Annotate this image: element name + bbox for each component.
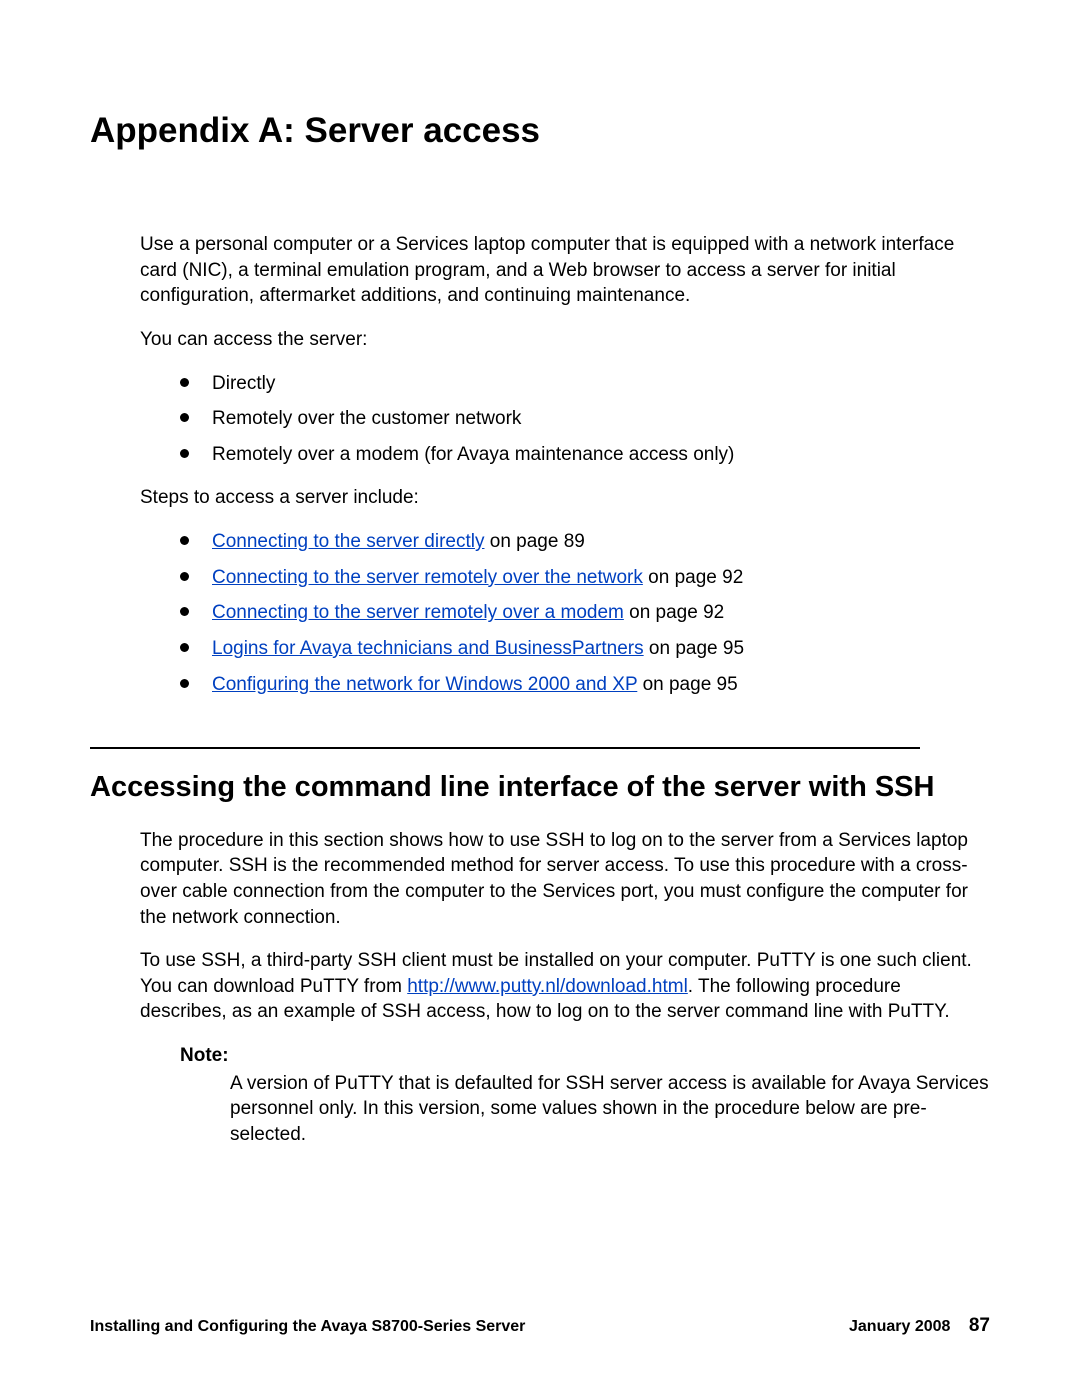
note-body: A version of PuTTY that is defaulted for… bbox=[180, 1071, 990, 1148]
section-paragraph-1: The procedure in this section shows how … bbox=[90, 828, 990, 931]
link-suffix: on page 95 bbox=[637, 674, 737, 695]
footer-page-number: 87 bbox=[969, 1315, 990, 1336]
footer-doc-title: Installing and Configuring the Avaya S87… bbox=[90, 1318, 525, 1336]
cross-ref-link[interactable]: Connecting to the server remotely over a… bbox=[212, 602, 624, 623]
list-item: Connecting to the server directly on pag… bbox=[180, 529, 990, 555]
access-method-list: Directly Remotely over the customer netw… bbox=[90, 371, 990, 468]
link-suffix: on page 92 bbox=[643, 567, 743, 588]
note-label: Note: bbox=[180, 1043, 990, 1069]
cross-ref-link[interactable]: Logins for Avaya technicians and Busines… bbox=[212, 638, 644, 659]
intro-paragraph-1: Use a personal computer or a Services la… bbox=[90, 232, 990, 309]
cross-ref-link[interactable]: Configuring the network for Windows 2000… bbox=[212, 674, 637, 695]
section-heading: Accessing the command line interface of … bbox=[90, 769, 940, 805]
page-title: Appendix A: Server access bbox=[90, 110, 990, 152]
list-item: Configuring the network for Windows 2000… bbox=[180, 672, 990, 698]
document-page: Appendix A: Server access Use a personal… bbox=[0, 0, 1080, 1397]
list-item: Connecting to the server remotely over a… bbox=[180, 600, 990, 626]
cross-ref-link[interactable]: Connecting to the server directly bbox=[212, 531, 484, 552]
section-paragraph-2: To use SSH, a third-party SSH client mus… bbox=[90, 948, 990, 1025]
list-item: Remotely over the customer network bbox=[180, 406, 990, 432]
intro-paragraph-2: You can access the server: bbox=[90, 327, 990, 353]
link-suffix: on page 89 bbox=[484, 531, 584, 552]
list-item: Logins for Avaya technicians and Busines… bbox=[180, 636, 990, 662]
footer-right: January 2008 87 bbox=[849, 1315, 990, 1337]
note-block: Note: A version of PuTTY that is default… bbox=[90, 1043, 990, 1148]
cross-ref-link[interactable]: Connecting to the server remotely over t… bbox=[212, 567, 643, 588]
footer-date: January 2008 bbox=[849, 1318, 950, 1335]
list-item: Directly bbox=[180, 371, 990, 397]
link-suffix: on page 95 bbox=[644, 638, 744, 659]
list-item: Remotely over a modem (for Avaya mainten… bbox=[180, 442, 990, 468]
page-footer: Installing and Configuring the Avaya S87… bbox=[90, 1315, 990, 1337]
section-divider bbox=[90, 747, 920, 749]
list-item: Connecting to the server remotely over t… bbox=[180, 565, 990, 591]
link-suffix: on page 92 bbox=[624, 602, 724, 623]
intro-paragraph-3: Steps to access a server include: bbox=[90, 485, 990, 511]
steps-list: Connecting to the server directly on pag… bbox=[90, 529, 990, 697]
external-link[interactable]: http://www.putty.nl/download.html bbox=[407, 976, 688, 997]
